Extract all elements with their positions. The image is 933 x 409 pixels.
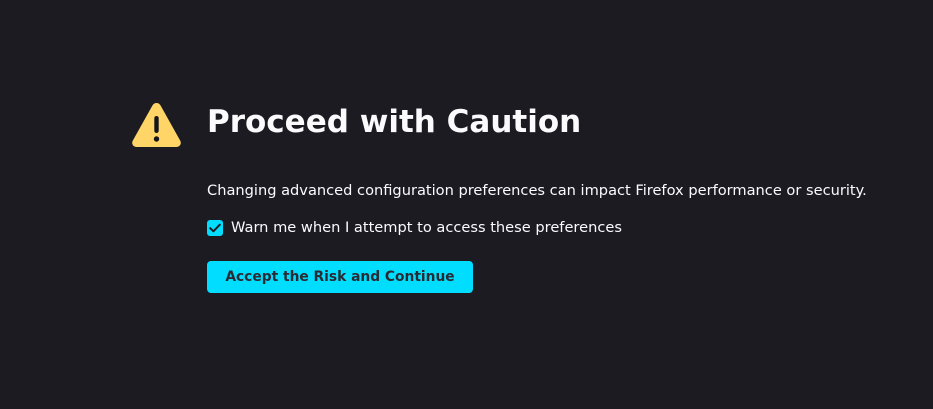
warn-checkbox-label[interactable]: Warn me when I attempt to access these p…	[231, 218, 622, 238]
accept-risk-button[interactable]: Accept the Risk and Continue	[207, 261, 473, 293]
warning-description: Changing advanced configuration preferen…	[207, 182, 867, 199]
checkmark-icon	[209, 223, 221, 233]
about-config-warning-page: Proceed with Caution Changing advanced c…	[0, 0, 933, 409]
warn-preference-row[interactable]: Warn me when I attempt to access these p…	[207, 218, 622, 238]
page-title: Proceed with Caution	[207, 104, 582, 140]
warn-checkbox[interactable]	[207, 220, 223, 236]
warning-triangle-icon	[131, 101, 182, 148]
